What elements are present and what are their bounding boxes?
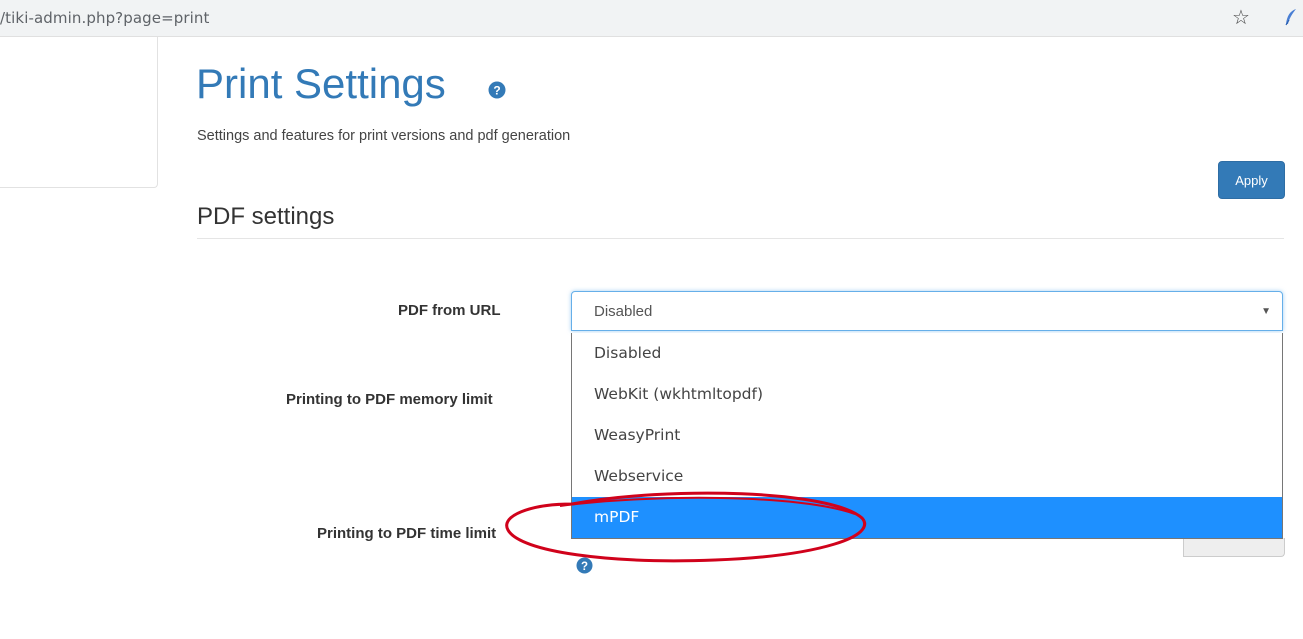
admin-side-panel	[0, 37, 158, 188]
apply-button[interactable]: Apply	[1218, 161, 1285, 199]
option-webkit[interactable]: WebKit (wkhtmltopdf)	[572, 374, 1282, 415]
browser-address-bar: /tiki-admin.php?page=print ☆	[0, 0, 1303, 37]
section-divider	[197, 238, 1284, 239]
page-title: Print Settings	[196, 60, 446, 107]
option-webservice[interactable]: Webservice	[572, 456, 1282, 497]
pdf-from-url-select[interactable]: Disabled ▼	[571, 291, 1283, 331]
pdf-from-url-dropdown: Disabled WebKit (wkhtmltopdf) WeasyPrint…	[571, 333, 1283, 539]
time-limit-label: Printing to PDF time limit	[317, 525, 497, 542]
time-limit-input[interactable]	[1183, 538, 1285, 557]
svg-text:?: ?	[581, 561, 588, 573]
memory-limit-label: Printing to PDF memory limit	[286, 391, 493, 408]
option-mpdf[interactable]: mPDF	[572, 497, 1282, 538]
svg-text:?: ?	[493, 84, 500, 98]
help-icon[interactable]: ?	[576, 557, 593, 574]
page-subtitle: Settings and features for print versions…	[197, 128, 571, 144]
bookmark-star-icon[interactable]: ☆	[1232, 5, 1250, 30]
caret-down-icon: ▼	[1261, 306, 1271, 317]
url-text[interactable]: /tiki-admin.php?page=print	[0, 9, 210, 27]
section-title: PDF settings	[197, 203, 335, 230]
option-disabled[interactable]: Disabled	[572, 333, 1282, 374]
feather-icon[interactable]	[1284, 8, 1298, 26]
option-weasyprint[interactable]: WeasyPrint	[572, 415, 1282, 456]
pdf-from-url-label: PDF from URL	[398, 302, 501, 319]
pdf-from-url-selected-value: Disabled	[594, 303, 653, 320]
title-help-icon[interactable]: ?	[488, 81, 506, 99]
